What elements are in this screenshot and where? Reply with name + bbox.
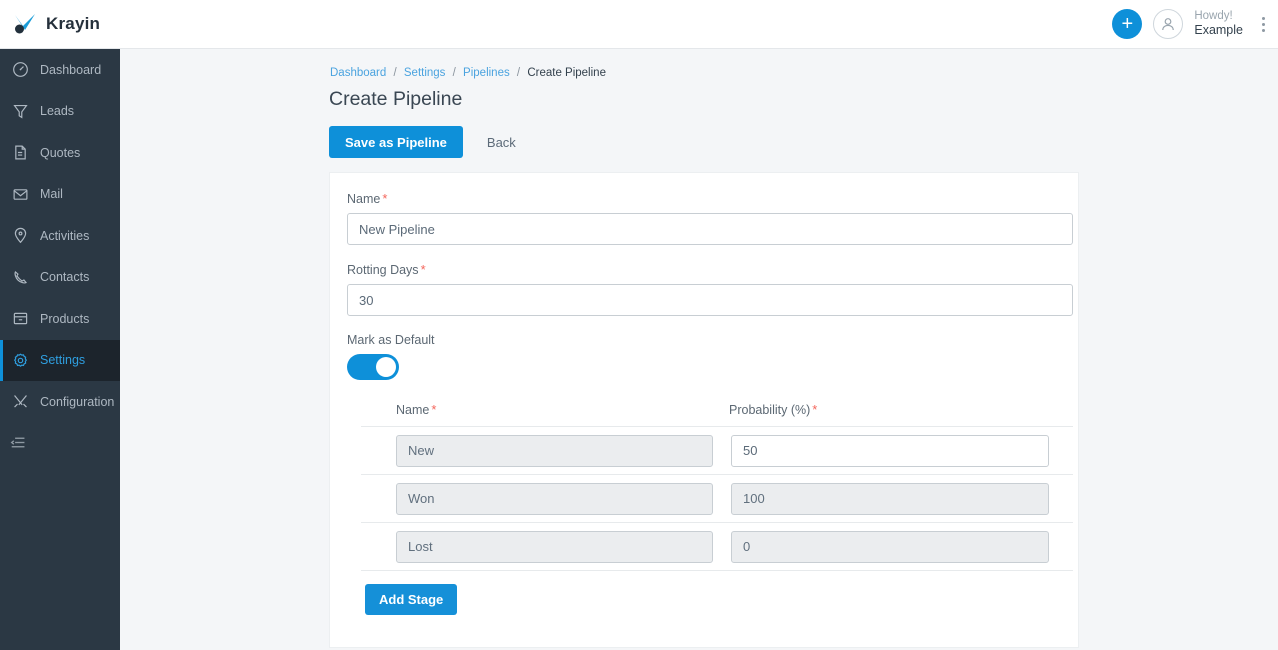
location-pin-icon xyxy=(12,227,29,244)
sidebar-item-label: Dashboard xyxy=(40,62,102,77)
brand[interactable]: Krayin xyxy=(0,0,120,49)
sidebar-item-quotes[interactable]: Quotes xyxy=(0,132,120,174)
greeting-text: Howdy! xyxy=(1194,10,1233,22)
sidebar-item-label: Settings xyxy=(40,353,86,368)
required-marker: * xyxy=(420,262,426,277)
sidebar-item-label: Products xyxy=(40,311,90,326)
tools-icon xyxy=(12,393,29,410)
brand-name: Krayin xyxy=(46,14,101,33)
rotting-days-label: Rotting Days * xyxy=(347,262,1061,277)
stage-col-probability: Probability (%) * xyxy=(696,402,1031,417)
collapse-sidebar-icon[interactable] xyxy=(0,423,120,463)
required-marker: * xyxy=(382,191,388,206)
box-icon xyxy=(12,310,29,327)
top-header: Krayin + Howdy! Example xyxy=(0,0,1278,49)
sidebar-item-configuration[interactable]: Configuration xyxy=(0,381,120,423)
sidebar-item-label: Contacts xyxy=(40,270,90,285)
sidebar-item-label: Quotes xyxy=(40,145,81,160)
funnel-icon xyxy=(12,103,29,120)
stage-name-input[interactable] xyxy=(396,482,713,515)
stage-name-input[interactable] xyxy=(396,434,713,467)
required-marker: * xyxy=(431,402,437,417)
breadcrumb-item-pipelines[interactable]: Pipelines xyxy=(463,67,510,79)
sidebar-item-leads[interactable]: Leads xyxy=(0,91,120,133)
stage-probability-input[interactable] xyxy=(731,482,1049,515)
user-greeting[interactable]: Howdy! Example xyxy=(1194,9,1245,39)
page-actions: Save as Pipeline Back xyxy=(120,111,1278,158)
table-row xyxy=(361,474,1073,522)
sidebar: Dashboard Leads Quotes Mail Activities C… xyxy=(0,49,120,650)
table-row xyxy=(361,522,1073,570)
document-icon xyxy=(12,144,29,161)
breadcrumb-separator: / xyxy=(452,67,456,79)
sidebar-item-label: Configuration xyxy=(40,394,115,409)
breadcrumb-item-settings[interactable]: Settings xyxy=(404,67,446,79)
name-label-text: Name xyxy=(347,192,381,206)
required-marker: * xyxy=(812,402,818,417)
stage-probability-input[interactable] xyxy=(731,530,1049,563)
sidebar-item-settings[interactable]: Settings xyxy=(0,339,120,381)
breadcrumb-item-dashboard[interactable]: Dashboard xyxy=(330,67,386,79)
add-new-button[interactable]: + xyxy=(1112,9,1143,39)
stage-col-probability-text: Probability (%) xyxy=(729,403,811,417)
stage-name-input[interactable] xyxy=(396,530,713,563)
sidebar-item-activities[interactable]: Activities xyxy=(0,215,120,257)
breadcrumb-current: Create Pipeline xyxy=(527,67,606,79)
breadcrumb: Dashboard / Settings / Pipelines / Creat… xyxy=(120,49,1278,79)
main-content: Dashboard / Settings / Pipelines / Creat… xyxy=(120,49,1278,650)
add-stage-button[interactable]: Add Stage xyxy=(365,584,458,615)
stage-probability-input[interactable] xyxy=(731,434,1049,467)
name-input[interactable] xyxy=(347,213,1073,245)
stages-table-footer: Add Stage xyxy=(361,570,1073,631)
sidebar-item-dashboard[interactable]: Dashboard xyxy=(0,49,120,91)
sidebar-item-products[interactable]: Products xyxy=(0,298,120,340)
rotting-days-field-group: Rotting Days * xyxy=(347,262,1073,316)
user-avatar-icon[interactable] xyxy=(1153,9,1184,39)
stage-name-cell xyxy=(361,434,715,467)
sidebar-item-mail[interactable]: Mail xyxy=(0,174,120,216)
phone-icon xyxy=(12,269,29,286)
gear-icon xyxy=(12,352,29,369)
back-button[interactable]: Back xyxy=(473,126,530,158)
mark-as-default-label: Mark as Default xyxy=(347,333,435,347)
dashboard-icon xyxy=(12,61,29,78)
name-label: Name * xyxy=(347,191,1061,206)
sidebar-item-label: Mail xyxy=(40,187,63,202)
breadcrumb-separator: / xyxy=(393,67,397,79)
name-field-group: Name * xyxy=(347,191,1073,245)
krayin-logo-icon xyxy=(12,13,38,35)
stage-col-name-text: Name xyxy=(396,403,430,417)
user-name: Example xyxy=(1194,23,1243,38)
sidebar-item-label: Leads xyxy=(40,104,75,119)
stage-probability-cell xyxy=(715,530,1055,563)
envelope-icon xyxy=(12,186,29,203)
stage-probability-cell xyxy=(715,434,1055,467)
pipeline-form-card: Name* Rotting Days* Mark as Default xyxy=(329,172,1079,648)
stage-col-name: Name * xyxy=(361,402,696,417)
sidebar-item-label: Activities xyxy=(40,228,90,243)
header-actions: + Howdy! Example xyxy=(1112,0,1278,49)
mark-as-default-group: Mark as Default xyxy=(347,333,1061,380)
rotting-days-label-text: Rotting Days xyxy=(347,263,419,277)
stage-probability-cell xyxy=(715,482,1055,515)
stage-name-cell xyxy=(361,530,715,563)
kebab-menu-icon[interactable] xyxy=(1256,9,1270,39)
stage-name-cell xyxy=(361,482,715,515)
sidebar-item-contacts[interactable]: Contacts xyxy=(0,257,120,299)
form-body: Name* Rotting Days* Mark as Default xyxy=(330,173,1078,631)
stages-table-header: Name * Probability (%) * xyxy=(361,402,1073,426)
save-as-pipeline-button[interactable]: Save as Pipeline xyxy=(329,126,463,158)
table-row xyxy=(361,426,1073,474)
breadcrumb-separator: / xyxy=(516,67,521,79)
mark-as-default-toggle[interactable] xyxy=(347,354,399,380)
rotting-days-input[interactable] xyxy=(347,284,1073,316)
stages-table: Name * Probability (%) * New 50 Won 100 … xyxy=(361,402,1073,631)
toggle-knob xyxy=(376,357,396,377)
page-title: Create Pipeline xyxy=(329,88,463,110)
